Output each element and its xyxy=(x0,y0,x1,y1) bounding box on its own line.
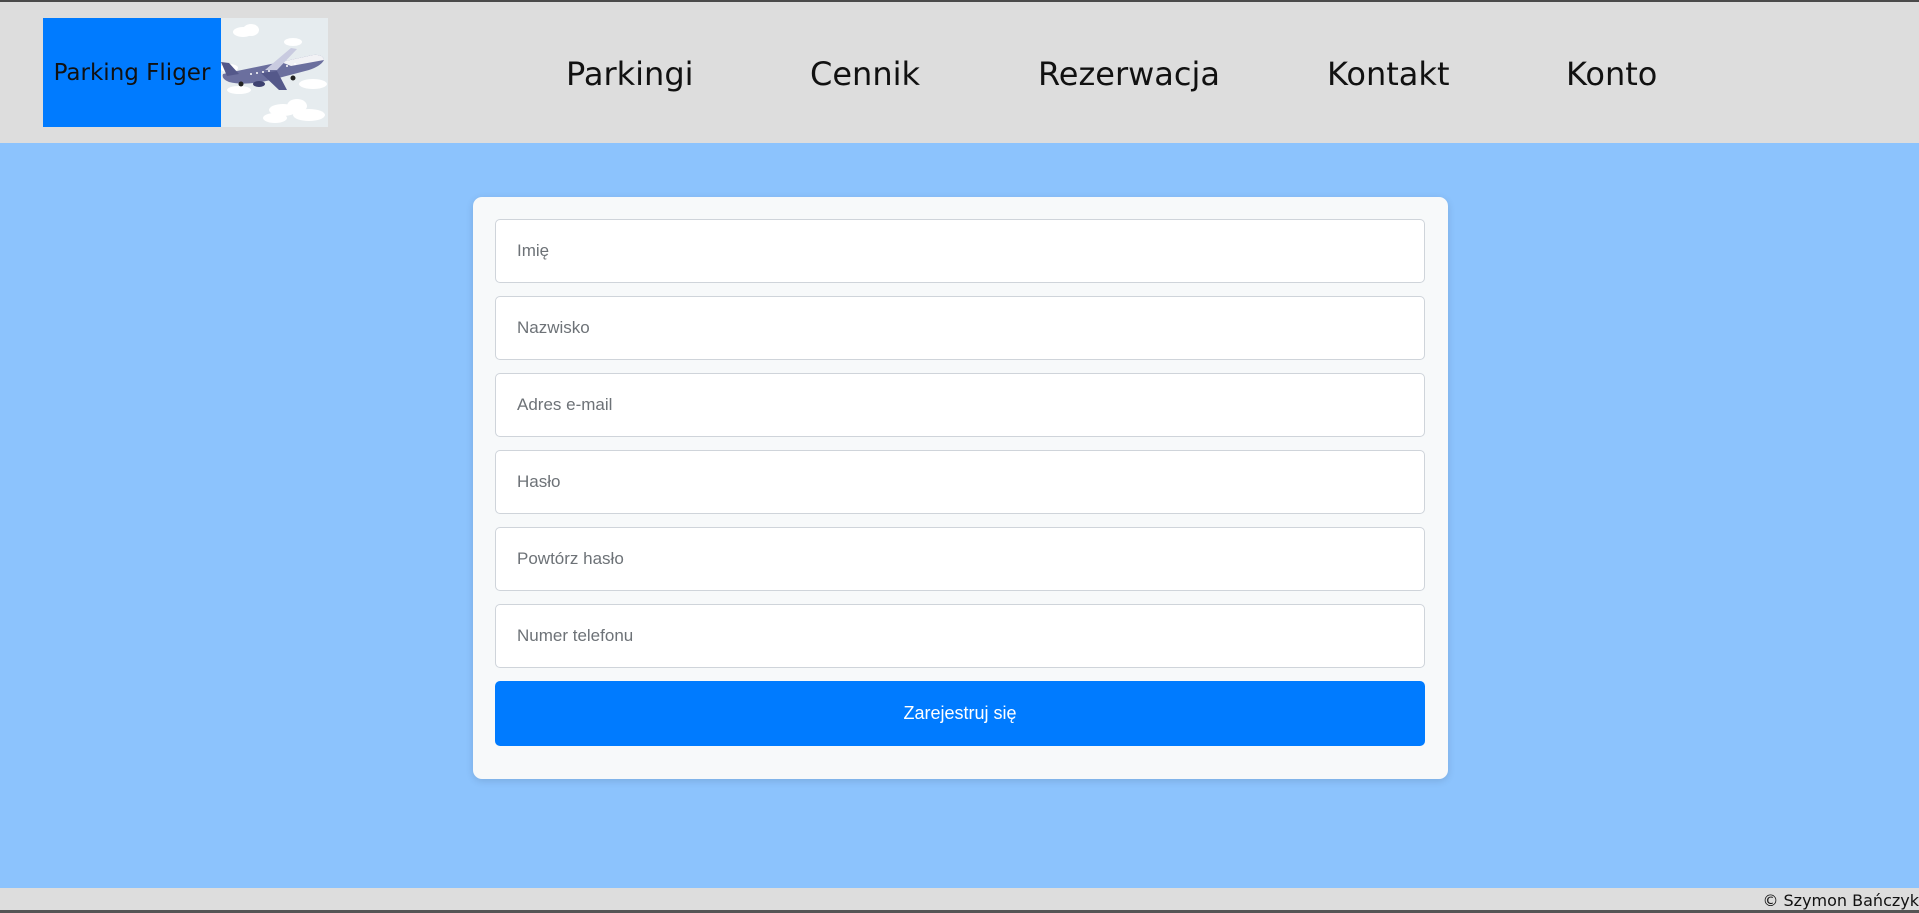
first-name-field[interactable] xyxy=(495,219,1425,283)
nav-item-parkingi[interactable]: Parkingi xyxy=(566,52,694,96)
password-field[interactable] xyxy=(495,450,1425,514)
nav-item-rezerwacja[interactable]: Rezerwacja xyxy=(1038,52,1220,96)
email-field[interactable] xyxy=(495,373,1425,437)
register-button[interactable]: Zarejestruj się xyxy=(495,681,1425,746)
main-nav: Parkingi Cennik Rezerwacja Kontakt Konto xyxy=(0,2,1919,143)
registration-form-card: Zarejestruj się xyxy=(473,197,1448,779)
repeat-password-field[interactable] xyxy=(495,527,1425,591)
nav-item-kontakt[interactable]: Kontakt xyxy=(1327,52,1449,96)
site-header: Parking Fliger Parkingi Cennik Rezerwacj… xyxy=(0,2,1919,143)
nav-item-cennik[interactable]: Cennik xyxy=(810,52,920,96)
last-name-field[interactable] xyxy=(495,296,1425,360)
nav-item-konto[interactable]: Konto xyxy=(1566,52,1657,96)
copyright-text: © Szymon Bańczyk xyxy=(1762,891,1919,910)
phone-number-field[interactable] xyxy=(495,604,1425,668)
